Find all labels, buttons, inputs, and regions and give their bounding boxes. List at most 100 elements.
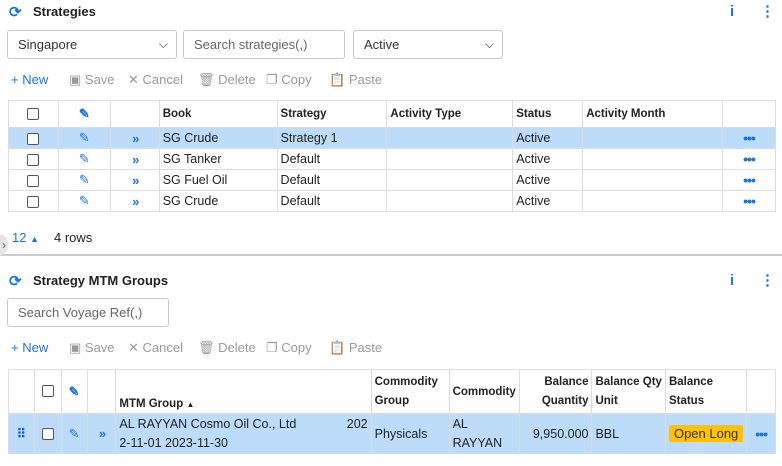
paste-label: Paste <box>348 340 383 355</box>
cell-status: Active <box>512 169 584 191</box>
col-balance-quantity[interactable]: Balance Quantity <box>518 369 593 414</box>
col-mtm-group[interactable]: MTM Group ▲ <box>115 369 372 414</box>
cell-status: Active <box>512 127 584 149</box>
edit-column-header: ✎ <box>57 100 111 128</box>
search-strategies-input[interactable]: Search strategies(,) <box>183 30 345 59</box>
pencil-icon: ✎ <box>78 106 90 121</box>
col-commodity[interactable]: Commodity <box>448 369 520 414</box>
row-checkbox[interactable] <box>27 132 40 145</box>
cell-strategy: Strategy 1 <box>276 127 388 149</box>
info-icon[interactable]: i <box>730 3 734 20</box>
col-commodity-group[interactable]: Commodity Group <box>370 369 450 414</box>
cell-commodity: AL RAYYAN <box>448 413 520 454</box>
commodity-line1: AL <box>452 416 468 431</box>
search-placeholder: Search Voyage Ref(,) <box>18 305 143 320</box>
table-row[interactable]: ✎ » SG Crude Strategy 1 Active ••• <box>8 127 776 149</box>
save-button[interactable]: ▣ Save <box>69 72 115 88</box>
more-options-icon[interactable]: ••• <box>743 130 756 146</box>
edit-pencil-icon[interactable]: ✎ <box>79 172 90 187</box>
double-chevron-right-icon[interactable]: » <box>99 426 106 441</box>
edit-pencil-icon[interactable]: ✎ <box>69 426 80 441</box>
new-button[interactable]: + New <box>11 340 48 355</box>
col-activity-month[interactable]: Activity Month <box>582 100 724 128</box>
cell-activity-month <box>582 169 724 191</box>
edit-pencil-icon[interactable]: ✎ <box>79 151 90 166</box>
copy-button[interactable]: ❐ Copy <box>266 340 312 356</box>
more-options-icon[interactable]: ••• <box>755 426 768 442</box>
select-all-checkbox[interactable] <box>27 107 40 120</box>
panel-title: Strategies <box>33 4 96 19</box>
region-select-value: Singapore <box>18 37 78 52</box>
save-label: Save <box>84 72 115 87</box>
copy-button[interactable]: ❐ Copy <box>266 72 312 88</box>
col-balance-unit[interactable]: Balance Qty Unit <box>591 369 666 414</box>
paste-button[interactable]: 📋 Paste <box>329 72 382 88</box>
refresh-icon[interactable]: ⟳ <box>9 272 22 290</box>
page-size-select[interactable]: 12 ▲ <box>12 230 39 245</box>
double-chevron-right-icon[interactable]: » <box>132 152 139 167</box>
col-status[interactable]: Status <box>512 100 584 128</box>
save-button[interactable]: ▣ Save <box>69 340 115 356</box>
region-select[interactable]: Singapore ⌵ <box>7 30 177 59</box>
collapse-toggle[interactable]: › <box>0 234 8 256</box>
cell-activity-month <box>582 148 724 170</box>
row-checkbox[interactable] <box>27 174 40 187</box>
table-header-row: ✎ Book Strategy Activity Type Status Act… <box>8 100 776 128</box>
panel-splitter[interactable] <box>0 254 782 256</box>
more-options-icon[interactable]: ••• <box>743 193 756 209</box>
drag-handle-icon[interactable]: ⠿ <box>8 413 35 454</box>
more-options-icon[interactable]: ••• <box>743 172 756 188</box>
edit-pencil-icon[interactable]: ✎ <box>79 193 90 208</box>
double-chevron-right-icon[interactable]: » <box>132 131 139 146</box>
col-book[interactable]: Book <box>158 100 278 128</box>
pencil-icon: ✎ <box>68 383 80 399</box>
mtm-group-line1-tail: 202 <box>346 416 368 431</box>
row-checkbox[interactable] <box>27 153 40 166</box>
info-icon[interactable]: i <box>730 272 734 289</box>
strategies-table: ✎ Book Strategy Activity Type Status Act… <box>8 100 776 212</box>
table-row[interactable]: ✎ » SG Tanker Default Active ••• <box>8 148 776 170</box>
cancel-button[interactable]: ✕ Cancel <box>128 72 183 88</box>
cancel-label: Cancel <box>142 72 183 87</box>
delete-button[interactable]: 🗑 Delete <box>198 72 256 88</box>
search-voyage-input[interactable]: Search Voyage Ref(,) <box>7 298 169 327</box>
table-row[interactable]: ✎ » SG Fuel Oil Default Active ••• <box>8 169 776 191</box>
edit-pencil-icon[interactable]: ✎ <box>79 130 90 145</box>
delete-label: Delete <box>218 72 256 87</box>
edit-column-header: ✎ <box>60 369 88 414</box>
more-options-icon[interactable]: ••• <box>743 151 756 167</box>
col-balance-quantity-line1: Balance <box>544 375 589 388</box>
caret-up-icon: ▲ <box>30 234 40 244</box>
status-badge: Open Long <box>668 425 744 442</box>
actions-column-header <box>746 369 776 414</box>
select-all-header[interactable] <box>8 100 59 128</box>
cell-commodity-group: Physicals <box>370 413 450 454</box>
paste-label: Paste <box>348 72 383 87</box>
table-row[interactable]: ✎ » SG Crude Default Active ••• <box>8 190 776 212</box>
cancel-button[interactable]: ✕ Cancel <box>128 340 183 356</box>
col-strategy[interactable]: Strategy <box>276 100 388 128</box>
chevron-down-icon: ⌵ <box>158 37 168 51</box>
kebab-menu-icon[interactable]: ⋮ <box>760 271 775 289</box>
paste-button[interactable]: 📋 Paste <box>329 340 382 356</box>
col-balance-status-line2: Status <box>668 394 705 407</box>
col-activity-type[interactable]: Activity Type <box>386 100 514 128</box>
row-checkbox[interactable] <box>27 195 40 208</box>
page-size-value: 12 <box>12 230 27 245</box>
delete-button[interactable]: 🗑 Delete <box>198 340 256 356</box>
status-select[interactable]: Active ⌵ <box>353 30 503 59</box>
col-mtm-group-label: MTM Group <box>119 398 184 410</box>
refresh-icon[interactable]: ⟳ <box>9 3 22 21</box>
new-button[interactable]: + New <box>11 72 48 87</box>
row-checkbox[interactable] <box>41 428 54 441</box>
table-header-row: ✎ MTM Group ▲ Commodity Group Commodity B… <box>8 369 776 414</box>
select-all-checkbox[interactable] <box>41 385 54 398</box>
sort-asc-icon: ▲ <box>186 400 195 409</box>
col-balance-status[interactable]: Balance Status <box>664 369 748 414</box>
double-chevron-right-icon[interactable]: » <box>132 173 139 188</box>
kebab-menu-icon[interactable]: ⋮ <box>760 2 775 20</box>
col-commodity-group-line1: Commodity <box>374 375 438 388</box>
double-chevron-right-icon[interactable]: » <box>132 194 139 209</box>
select-all-header[interactable] <box>33 369 62 414</box>
table-row[interactable]: ⠿ ✎ » AL RAYYAN Cosmo Oil Co., Ltd 202 2-… <box>8 413 776 454</box>
